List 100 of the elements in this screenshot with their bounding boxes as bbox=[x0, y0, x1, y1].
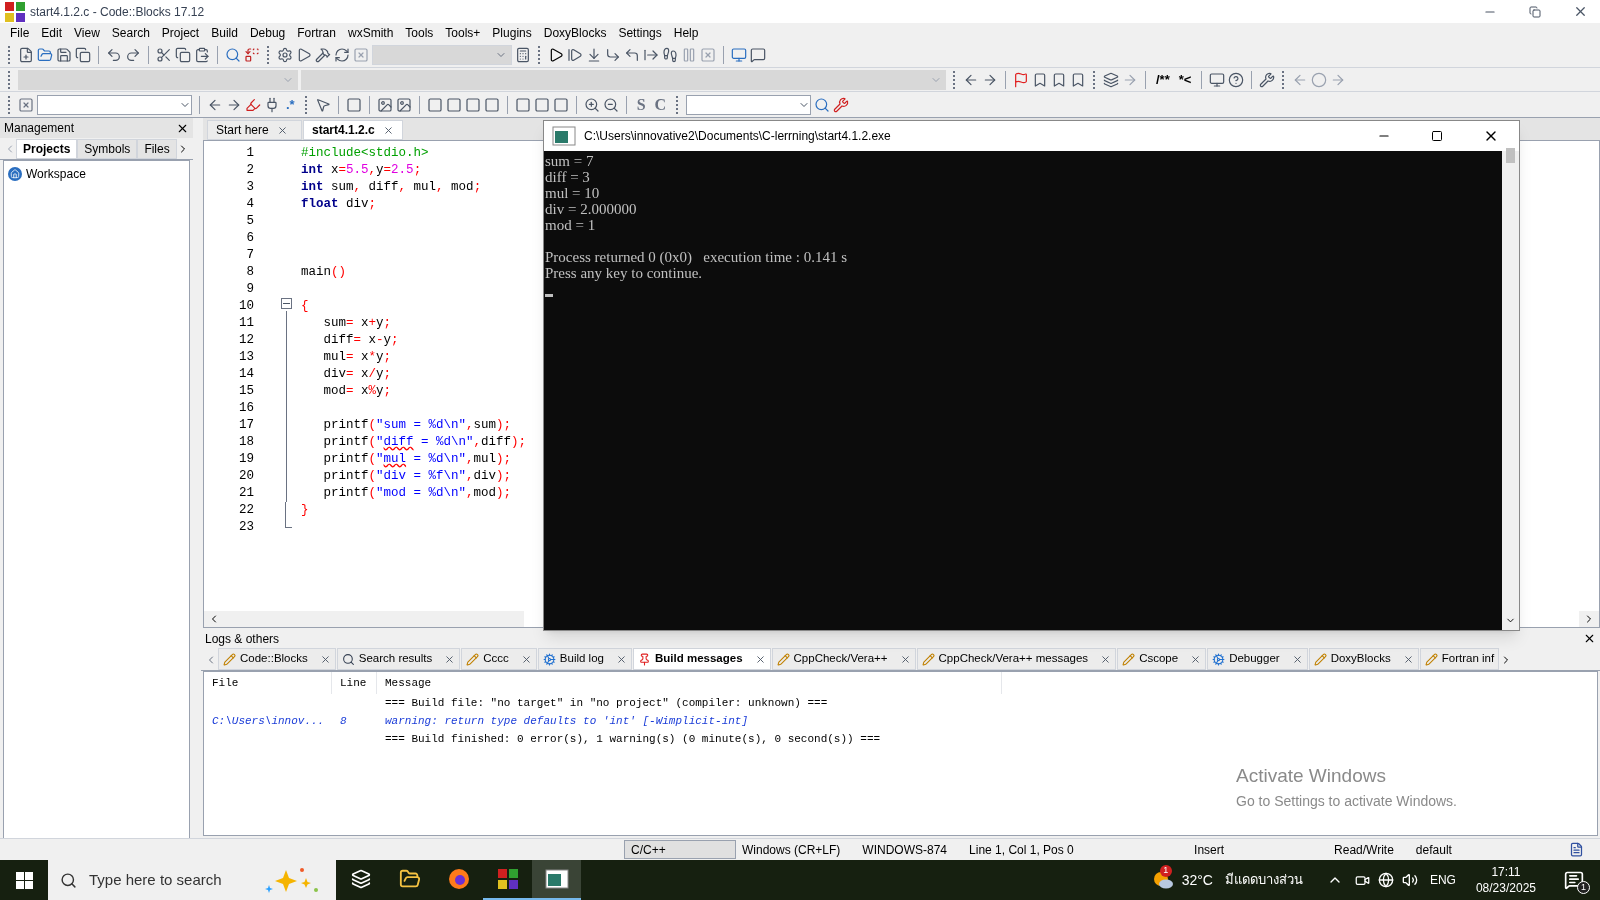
horizontal-scrollbar[interactable] bbox=[204, 611, 524, 627]
monitor-icon[interactable] bbox=[731, 47, 747, 63]
highlighter-icon[interactable] bbox=[245, 96, 261, 113]
task-view-icon[interactable] bbox=[350, 869, 371, 889]
log-tab[interactable]: Search results bbox=[336, 648, 461, 670]
menu-item[interactable]: Settings bbox=[612, 24, 668, 42]
panel-icon[interactable] bbox=[464, 96, 481, 113]
next-line-icon[interactable] bbox=[605, 47, 621, 63]
wrench-icon[interactable] bbox=[833, 96, 850, 113]
column-header[interactable]: Message bbox=[377, 672, 1002, 694]
zoom-out-icon[interactable] bbox=[602, 96, 619, 113]
close-icon[interactable] bbox=[754, 653, 766, 665]
network-icon[interactable] bbox=[1377, 872, 1394, 888]
menu-item[interactable]: wxSmith bbox=[341, 24, 400, 42]
log-tab[interactable]: DoxyBlocks bbox=[1308, 648, 1419, 670]
find-dropdown[interactable] bbox=[686, 94, 812, 115]
app-logo-icon[interactable] bbox=[4, 0, 26, 23]
editor-tab[interactable]: Start here bbox=[207, 120, 302, 140]
frame-icon[interactable] bbox=[552, 96, 569, 113]
copy-icon[interactable] bbox=[175, 47, 191, 63]
step-out-icon[interactable] bbox=[624, 47, 640, 63]
tree-item[interactable]: Workspace bbox=[26, 165, 86, 183]
console-window-icon[interactable] bbox=[552, 126, 576, 146]
taskbar-app[interactable] bbox=[532, 860, 581, 900]
run-to-cursor-icon[interactable] bbox=[567, 47, 583, 63]
search-icon[interactable] bbox=[814, 96, 831, 113]
log-tab[interactable]: Debugger bbox=[1207, 648, 1308, 670]
log-tab[interactable]: CppCheck/Vera++ bbox=[771, 648, 916, 670]
close-icon[interactable] bbox=[1583, 632, 1596, 645]
image-icon[interactable] bbox=[376, 96, 393, 113]
save-icon[interactable] bbox=[56, 47, 72, 63]
column-header[interactable]: File bbox=[204, 672, 332, 694]
step-into-icon[interactable] bbox=[586, 47, 602, 63]
app-logo-icon[interactable] bbox=[496, 868, 519, 890]
doc-block-button[interactable]: /** bbox=[1153, 69, 1173, 90]
help-icon[interactable] bbox=[1228, 71, 1245, 88]
vertical-scrollbar[interactable] bbox=[1502, 151, 1519, 630]
dot-icon[interactable] bbox=[1311, 71, 1328, 88]
editor-tab[interactable]: start4.1.2.c bbox=[303, 120, 403, 140]
log-tab[interactable]: Cccc bbox=[461, 648, 537, 670]
column-header[interactable]: Line bbox=[332, 672, 377, 694]
folder-icon[interactable] bbox=[398, 868, 421, 890]
rebuild-icon[interactable] bbox=[334, 47, 350, 63]
step-icon[interactable] bbox=[662, 47, 678, 63]
rectangle-icon[interactable] bbox=[345, 96, 362, 113]
menu-item[interactable]: Fortran bbox=[291, 24, 342, 42]
panel-tab[interactable]: Files bbox=[137, 139, 177, 159]
menu-item[interactable]: Edit bbox=[35, 24, 69, 42]
strong-button[interactable]: S bbox=[633, 92, 649, 117]
paste-icon[interactable] bbox=[194, 47, 210, 63]
frame-icon[interactable] bbox=[533, 96, 550, 113]
panel-tab[interactable]: Projects bbox=[16, 139, 78, 159]
build-icon[interactable] bbox=[315, 47, 331, 63]
menu-item[interactable]: Search bbox=[105, 24, 156, 42]
menu-item[interactable]: File bbox=[4, 24, 36, 42]
log-tab[interactable]: Fortran inf bbox=[1419, 648, 1500, 670]
search-field[interactable] bbox=[37, 94, 192, 115]
browser-icon[interactable] bbox=[447, 868, 470, 890]
menu-item[interactable]: Project bbox=[155, 24, 206, 42]
log-tab[interactable]: Cscope bbox=[1117, 648, 1207, 670]
console-window-icon[interactable] bbox=[544, 869, 569, 889]
menu-item[interactable]: DoxyBlocks bbox=[537, 24, 613, 42]
new-file-icon[interactable] bbox=[18, 47, 34, 63]
next-instruction-icon[interactable] bbox=[643, 47, 659, 63]
log-tab[interactable]: CppCheck/Vera++ messages bbox=[916, 648, 1117, 670]
menu-item[interactable]: Help bbox=[667, 24, 705, 42]
menu-item[interactable]: Debug bbox=[243, 24, 292, 42]
wrench-icon[interactable] bbox=[1259, 71, 1276, 88]
notifications-icon[interactable] bbox=[1564, 870, 1584, 890]
clear-icon[interactable] bbox=[18, 96, 34, 113]
redo-icon[interactable] bbox=[125, 47, 141, 63]
plug-icon[interactable] bbox=[264, 96, 280, 113]
folder-icon[interactable] bbox=[37, 47, 53, 63]
log-tab[interactable]: Code::Blocks bbox=[218, 648, 336, 670]
start-icon[interactable] bbox=[15, 871, 33, 889]
menu-item[interactable]: Tools bbox=[399, 24, 440, 42]
doc-line-button[interactable]: *< bbox=[1175, 69, 1195, 90]
regex-button[interactable]: .* bbox=[283, 94, 298, 115]
save-all-icon[interactable] bbox=[75, 47, 91, 63]
maximize-icon[interactable] bbox=[1431, 130, 1443, 142]
clock[interactable]: 17:11 08/23/2025 bbox=[1475, 864, 1536, 896]
panel-icon[interactable] bbox=[483, 96, 500, 113]
log-tab[interactable]: Build messages bbox=[632, 648, 771, 670]
debug-play-icon[interactable] bbox=[548, 47, 564, 63]
stack-icon[interactable] bbox=[1103, 71, 1119, 88]
fold-toggle[interactable] bbox=[280, 298, 292, 309]
comment-button[interactable]: C bbox=[651, 92, 670, 117]
menu-item[interactable]: Tools+ bbox=[439, 24, 487, 42]
close-icon[interactable] bbox=[382, 124, 394, 136]
menu-item[interactable]: Build bbox=[205, 24, 244, 42]
close-icon[interactable] bbox=[1573, 4, 1588, 19]
settings-icon[interactable] bbox=[277, 47, 293, 63]
bookmark-icon[interactable] bbox=[1051, 71, 1067, 88]
message-icon[interactable] bbox=[750, 47, 766, 63]
cut-icon[interactable] bbox=[156, 47, 172, 63]
menu-item[interactable]: View bbox=[68, 24, 106, 42]
monitor-icon[interactable] bbox=[1209, 71, 1226, 88]
menu-item[interactable]: Plugins bbox=[486, 24, 538, 42]
language-indicator[interactable]: ENG bbox=[1429, 871, 1456, 889]
zoom-in-icon[interactable] bbox=[583, 96, 600, 113]
